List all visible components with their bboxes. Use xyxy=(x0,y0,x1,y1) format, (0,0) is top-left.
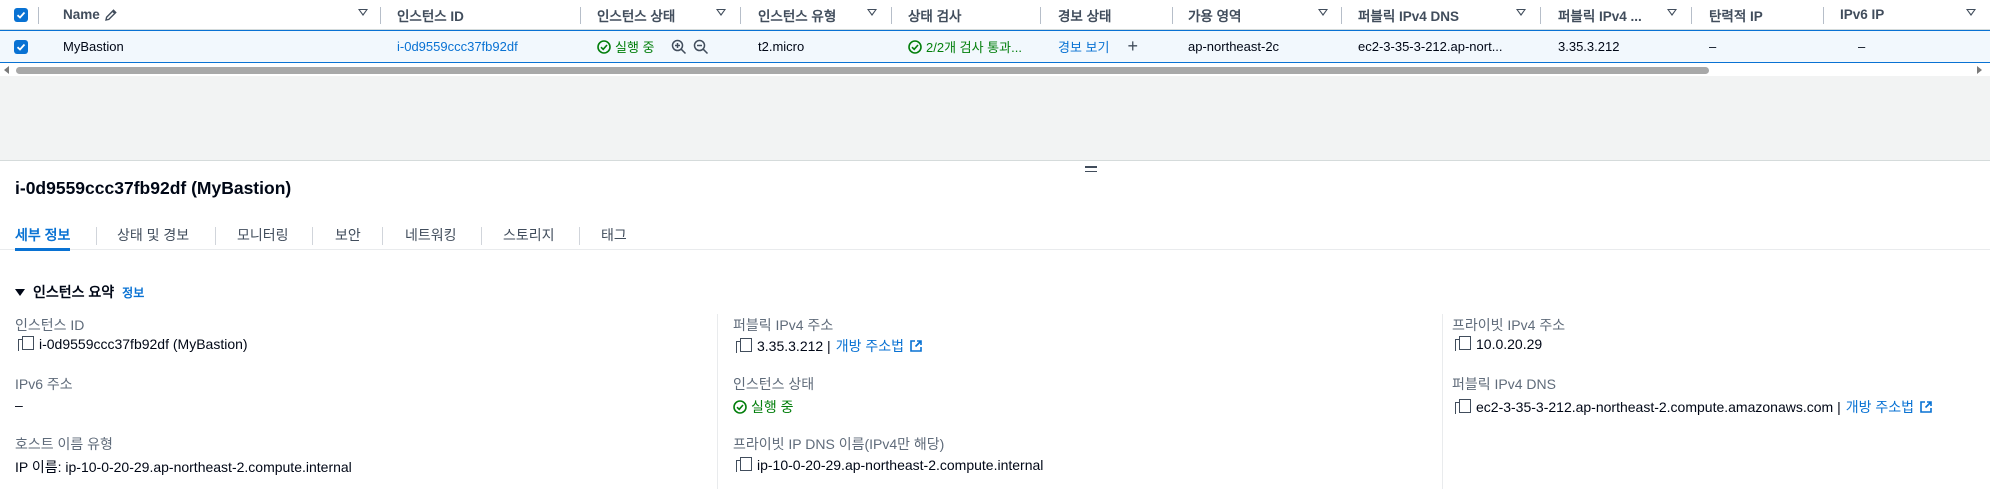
expand-triangle-icon xyxy=(15,288,25,296)
status-ok-icon xyxy=(908,39,922,54)
horizontal-scrollbar[interactable] xyxy=(0,64,1990,76)
copy-icon[interactable] xyxy=(1455,336,1471,352)
row-public-ipv4: 3.35.3.212 xyxy=(1558,39,1620,54)
view-alarms-link[interactable]: 경보 보기 xyxy=(1058,37,1109,56)
open-address-link[interactable]: 개방 주소법 xyxy=(1846,397,1914,417)
table-empty-area xyxy=(0,76,1990,160)
info-link[interactable]: 정보 xyxy=(122,284,144,301)
instances-table: Name 인스턴스 ID 인스턴스 상태 인스턴스 유형 상태 검사 경보 상태… xyxy=(0,0,1990,76)
status-ok-icon xyxy=(733,400,747,414)
sort-caret-icon[interactable] xyxy=(358,9,368,16)
header-availability-zone[interactable]: 가용 영역 xyxy=(1188,0,1308,29)
row-instance-id-link[interactable]: i-0d9559ccc37fb92df xyxy=(397,31,577,62)
sort-caret-icon[interactable] xyxy=(1966,9,1976,16)
tab-tags[interactable]: 태그 xyxy=(601,220,627,250)
checkbox-checked-icon xyxy=(14,7,28,22)
zoom-out-icon[interactable] xyxy=(693,39,709,55)
row-elastic-ip: – xyxy=(1709,39,1717,54)
row-name: MyBastion xyxy=(63,39,124,54)
sort-caret-icon[interactable] xyxy=(1516,9,1526,16)
edit-pencil-icon xyxy=(104,8,117,21)
row-instance-type: t2.micro xyxy=(758,39,805,54)
ipv6-value: – xyxy=(15,397,23,413)
instance-id-value: i-0d9559ccc37fb92df (MyBastion) xyxy=(18,336,248,352)
header-ipv6-ip[interactable]: IPv6 IP xyxy=(1840,0,1950,29)
copy-icon[interactable] xyxy=(736,338,752,354)
row-alarm-status: 경보 보기 + xyxy=(1058,31,1168,62)
public-ipv4-label: 퍼블릭 IPv4 주소 xyxy=(733,317,834,333)
scroll-left-icon[interactable] xyxy=(4,66,9,74)
copy-icon[interactable] xyxy=(18,336,34,352)
row-availability-zone: ap-northeast-2c xyxy=(1188,39,1280,54)
public-dns-label: 퍼블릭 IPv4 DNS xyxy=(1452,376,1556,392)
private-ipv4-label: 프라이빗 IPv4 주소 xyxy=(1452,317,1566,333)
detail-tabs: 세부 정보 상태 및 경보 모니터링 보안 네트워킹 스토리지 태그 xyxy=(0,220,1990,251)
table-header: Name 인스턴스 ID 인스턴스 상태 인스턴스 유형 상태 검사 경보 상태… xyxy=(0,0,1990,30)
instance-state-label: 인스턴스 상태 xyxy=(733,376,815,392)
external-link-icon[interactable] xyxy=(1919,400,1933,414)
tab-storage[interactable]: 스토리지 xyxy=(503,220,555,250)
sort-caret-icon[interactable] xyxy=(867,9,877,16)
header-name[interactable]: Name xyxy=(63,0,273,29)
scroll-right-icon[interactable] xyxy=(1977,66,1982,74)
private-dns-label: 프라이빗 IP DNS 이름(IPv4만 해당) xyxy=(733,436,945,452)
scrollbar-thumb[interactable] xyxy=(16,67,1709,74)
copy-icon[interactable] xyxy=(1455,399,1471,415)
sort-caret-icon[interactable] xyxy=(1667,9,1677,16)
header-public-dns[interactable]: 퍼블릭 IPv4 DNS xyxy=(1358,0,1508,29)
header-instance-id[interactable]: 인스턴스 ID xyxy=(397,0,577,29)
row-ipv6-ip: – xyxy=(1858,39,1866,54)
header-alarm-status[interactable]: 경보 상태 xyxy=(1058,0,1158,29)
open-address-link[interactable]: 개방 주소법 xyxy=(836,336,904,356)
header-instance-type[interactable]: 인스턴스 유형 xyxy=(758,0,868,29)
instance-id-label: 인스턴스 ID xyxy=(15,317,85,333)
tab-security[interactable]: 보안 xyxy=(335,220,361,250)
table-row[interactable]: MyBastion i-0d9559ccc37fb92df 실행 중 t2.mi… xyxy=(0,30,1990,63)
public-ipv4-value: 3.35.3.212 | 개방 주소법 xyxy=(736,336,923,356)
checkbox-checked-icon xyxy=(14,39,28,54)
zoom-in-icon[interactable] xyxy=(671,39,687,55)
instance-summary-header[interactable]: 인스턴스 요약 정보 xyxy=(15,282,144,302)
public-dns-value: ec2-3-35-3-212.ap-northeast-2.compute.am… xyxy=(1455,397,1933,417)
sort-caret-icon[interactable] xyxy=(1318,9,1328,16)
sort-caret-icon[interactable] xyxy=(716,9,726,16)
ipv6-label: IPv6 주소 xyxy=(15,376,73,392)
header-instance-state[interactable]: 인스턴스 상태 xyxy=(597,0,707,29)
row-status-check[interactable]: 2/2개 검사 통과... xyxy=(908,31,1046,62)
hostname-type-label: 호스트 이름 유형 xyxy=(15,436,113,452)
select-all-checkbox[interactable] xyxy=(14,0,30,29)
status-ok-icon xyxy=(597,39,611,54)
tab-status-alarms[interactable]: 상태 및 경보 xyxy=(117,220,189,250)
add-icon[interactable]: + xyxy=(1127,36,1138,57)
private-dns-value: ip-10-0-20-29.ap-northeast-2.compute.int… xyxy=(736,457,1043,473)
private-ipv4-value: 10.0.20.29 xyxy=(1455,336,1542,352)
external-link-icon[interactable] xyxy=(909,339,923,353)
header-status-check[interactable]: 상태 검사 xyxy=(908,0,1018,29)
tab-monitoring[interactable]: 모니터링 xyxy=(237,220,289,250)
header-elastic-ip[interactable]: 탄력적 IP xyxy=(1709,0,1819,29)
header-public-ipv4[interactable]: 퍼블릭 IPv4 ... xyxy=(1558,0,1673,29)
detail-title: i-0d9559ccc37fb92df (MyBastion) xyxy=(15,178,292,198)
copy-icon[interactable] xyxy=(736,457,752,473)
hostname-type-value: IP 이름: ip-10-0-20-29.ap-northeast-2.comp… xyxy=(15,459,352,475)
resize-grip-icon[interactable] xyxy=(1085,166,1097,174)
row-instance-state: 실행 중 xyxy=(597,31,737,62)
section-title: 인스턴스 요약 xyxy=(33,284,115,300)
tab-networking[interactable]: 네트워킹 xyxy=(405,220,457,250)
panel-splitter xyxy=(0,160,1990,161)
tab-details[interactable]: 세부 정보 xyxy=(15,220,71,251)
instance-state-value: 실행 중 xyxy=(733,397,794,417)
row-public-dns: ec2-3-35-3-212.ap-nort... xyxy=(1358,39,1503,54)
row-checkbox[interactable] xyxy=(14,31,30,62)
